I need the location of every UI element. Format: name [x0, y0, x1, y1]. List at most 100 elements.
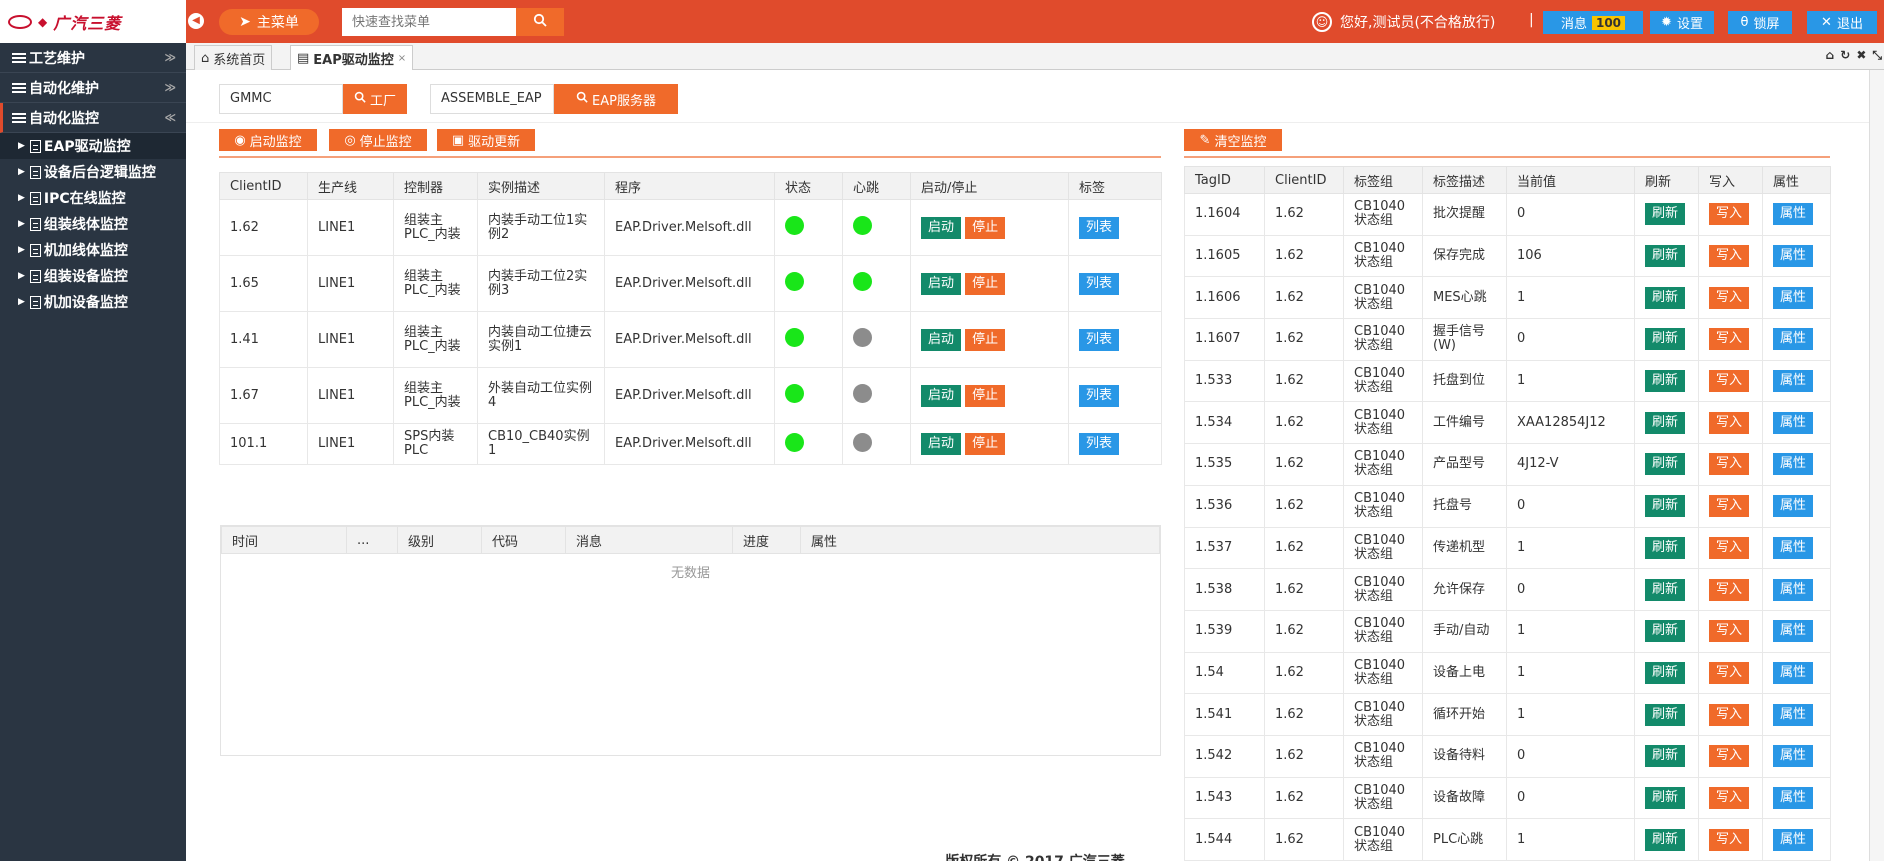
col-current-value[interactable]: 当前值: [1506, 166, 1635, 194]
write-button[interactable]: 写入: [1709, 495, 1750, 518]
col-code[interactable]: 代码: [481, 526, 566, 554]
col-time[interactable]: 时间: [221, 526, 347, 554]
eap-server-input[interactable]: ASSEMBLE_EAP: [430, 84, 554, 114]
list-button[interactable]: 列表: [1079, 272, 1120, 295]
table-row[interactable]: 1.65 LINE1 组装主PLC_内装 内装手动工位2实例3 EAP.Driv…: [219, 255, 1162, 312]
home-icon[interactable]: ⌂: [1826, 48, 1835, 63]
attribute-button[interactable]: 属性: [1773, 495, 1814, 518]
sidebar-item-assembly-line[interactable]: ▶ 组装线体监控: [0, 211, 186, 237]
factory-button[interactable]: 工厂: [343, 84, 407, 114]
table-row[interactable]: 1.67 LINE1 组装主PLC_内装 外装自动工位实例4 EAP.Drive…: [219, 367, 1162, 424]
table-row[interactable]: 1.62 LINE1 组装主PLC_内装 内装手动工位1实例2 EAP.Driv…: [219, 199, 1162, 256]
start-button[interactable]: 启动: [921, 328, 962, 351]
clear-monitor-button[interactable]: ✎ 清空监控: [1184, 129, 1282, 151]
write-button[interactable]: 写入: [1709, 411, 1750, 434]
scrollbar[interactable]: [1869, 70, 1884, 861]
collapse-sidebar-button[interactable]: ◀: [188, 13, 204, 29]
col-more[interactable]: ...: [346, 526, 398, 554]
list-button[interactable]: 列表: [1079, 384, 1120, 407]
write-button[interactable]: 写入: [1709, 286, 1750, 309]
col-level[interactable]: 级别: [397, 526, 482, 554]
col-write[interactable]: 写入: [1698, 166, 1763, 194]
stop-button[interactable]: 停止: [965, 216, 1006, 239]
write-button[interactable]: 写入: [1709, 203, 1750, 226]
table-row[interactable]: 1.533 1.62 CB1040状态组 托盘到位 1 刷新 写入 属性: [1184, 359, 1831, 403]
attribute-button[interactable]: 属性: [1773, 286, 1814, 309]
sidebar-item-ipc-online[interactable]: ▶ IPC在线监控: [0, 185, 186, 211]
table-row[interactable]: 1.543 1.62 CB1040状态组 设备故障 0 刷新 写入 属性: [1184, 776, 1831, 820]
attribute-button[interactable]: 属性: [1773, 536, 1814, 559]
stop-button[interactable]: 停止: [965, 272, 1006, 295]
table-row[interactable]: 1.1606 1.62 CB1040状态组 MES心跳 1 刷新 写入 属性: [1184, 276, 1831, 320]
table-row[interactable]: 1.538 1.62 CB1040状态组 允许保存 0 刷新 写入 属性: [1184, 568, 1831, 611]
attribute-button[interactable]: 属性: [1773, 453, 1814, 476]
list-button[interactable]: 列表: [1079, 433, 1120, 455]
write-button[interactable]: 写入: [1709, 828, 1750, 851]
col-controller[interactable]: 控制器: [393, 172, 478, 200]
col-program[interactable]: 程序: [604, 172, 775, 200]
write-button[interactable]: 写入: [1709, 536, 1750, 559]
refresh-button[interactable]: 刷新: [1645, 328, 1686, 351]
tab-close-icon[interactable]: ×: [398, 53, 406, 64]
start-monitor-button[interactable]: ◉ 启动监控: [219, 129, 317, 151]
stop-monitor-button[interactable]: ◎ 停止监控: [329, 129, 427, 151]
attribute-button[interactable]: 属性: [1773, 661, 1814, 684]
refresh-button[interactable]: 刷新: [1645, 745, 1686, 768]
col-progress[interactable]: 进度: [732, 526, 801, 554]
col-tags[interactable]: 标签: [1068, 172, 1162, 200]
write-button[interactable]: 写入: [1709, 703, 1750, 726]
fullscreen-icon[interactable]: ⤡: [1872, 48, 1882, 63]
sidebar-item-machining-equipment[interactable]: ▶ 机加设备监控: [0, 289, 186, 315]
table-row[interactable]: 1.537 1.62 CB1040状态组 传递机型 1 刷新 写入 属性: [1184, 526, 1831, 570]
attribute-button[interactable]: 属性: [1773, 786, 1814, 809]
col-clientid[interactable]: ClientID: [219, 172, 308, 200]
refresh-icon[interactable]: ↻: [1840, 48, 1850, 63]
close-icon[interactable]: ✖: [1856, 48, 1866, 63]
table-row[interactable]: 1.1605 1.62 CB1040状态组 保存完成 106 刷新 写入 属性: [1184, 234, 1831, 278]
write-button[interactable]: 写入: [1709, 578, 1750, 601]
refresh-button[interactable]: 刷新: [1645, 370, 1686, 393]
messages-button[interactable]: 消息 100: [1543, 11, 1643, 34]
col-description[interactable]: 实例描述: [477, 172, 605, 200]
write-button[interactable]: 写入: [1709, 328, 1750, 351]
sidebar-section-process[interactable]: 工艺维护 ≫: [0, 43, 186, 73]
write-button[interactable]: 写入: [1709, 661, 1750, 684]
tab-eap-driver[interactable]: ▤ EAP驱动监控 ×: [290, 45, 414, 70]
refresh-button[interactable]: 刷新: [1645, 411, 1686, 434]
stop-button[interactable]: 停止: [965, 328, 1006, 351]
refresh-button[interactable]: 刷新: [1645, 828, 1686, 851]
write-button[interactable]: 写入: [1709, 745, 1750, 768]
attribute-button[interactable]: 属性: [1773, 370, 1814, 393]
list-button[interactable]: 列表: [1079, 216, 1120, 239]
refresh-button[interactable]: 刷新: [1645, 578, 1686, 601]
refresh-button[interactable]: 刷新: [1645, 620, 1686, 643]
sidebar-section-automation-monitor[interactable]: 自动化监控 ≪: [0, 103, 186, 133]
refresh-button[interactable]: 刷新: [1645, 245, 1686, 268]
start-button[interactable]: 启动: [921, 272, 962, 295]
main-menu-button[interactable]: ➤ 主菜单: [219, 9, 319, 35]
refresh-button[interactable]: 刷新: [1645, 453, 1686, 476]
quick-search-input[interactable]: [342, 8, 516, 36]
write-button[interactable]: 写入: [1709, 786, 1750, 809]
refresh-button[interactable]: 刷新: [1645, 536, 1686, 559]
attribute-button[interactable]: 属性: [1773, 703, 1814, 726]
start-button[interactable]: 启动: [921, 433, 962, 455]
attribute-button[interactable]: 属性: [1773, 411, 1814, 434]
start-button[interactable]: 启动: [921, 216, 962, 239]
col-start-stop[interactable]: 启动/停止: [910, 172, 1069, 200]
col-heartbeat[interactable]: 心跳: [842, 172, 911, 200]
table-row[interactable]: 1.54 1.62 CB1040状态组 设备上电 1 刷新 写入 属性: [1184, 651, 1831, 695]
col-clientid[interactable]: ClientID: [1264, 166, 1344, 194]
table-row[interactable]: 101.1 LINE1 SPS内装PLC CB10_CB40实例1 EAP.Dr…: [219, 423, 1162, 465]
col-attribute[interactable]: 属性: [1762, 166, 1831, 194]
refresh-button[interactable]: 刷新: [1645, 786, 1686, 809]
col-message[interactable]: 消息: [565, 526, 733, 554]
attribute-button[interactable]: 属性: [1773, 328, 1814, 351]
stop-button[interactable]: 停止: [965, 433, 1006, 455]
driver-update-button[interactable]: ▣ 驱动更新: [437, 129, 535, 151]
table-row[interactable]: 1.539 1.62 CB1040状态组 手动/自动 1 刷新 写入 属性: [1184, 609, 1831, 653]
table-row[interactable]: 1.534 1.62 CB1040状态组 工件编号 XAA12854J12 刷新 写入 属性: [1184, 401, 1831, 445]
eap-server-button[interactable]: EAP服务器: [554, 84, 678, 114]
sidebar-item-eap-driver[interactable]: ▶ EAP驱动监控: [0, 133, 186, 159]
attribute-button[interactable]: 属性: [1773, 745, 1814, 768]
